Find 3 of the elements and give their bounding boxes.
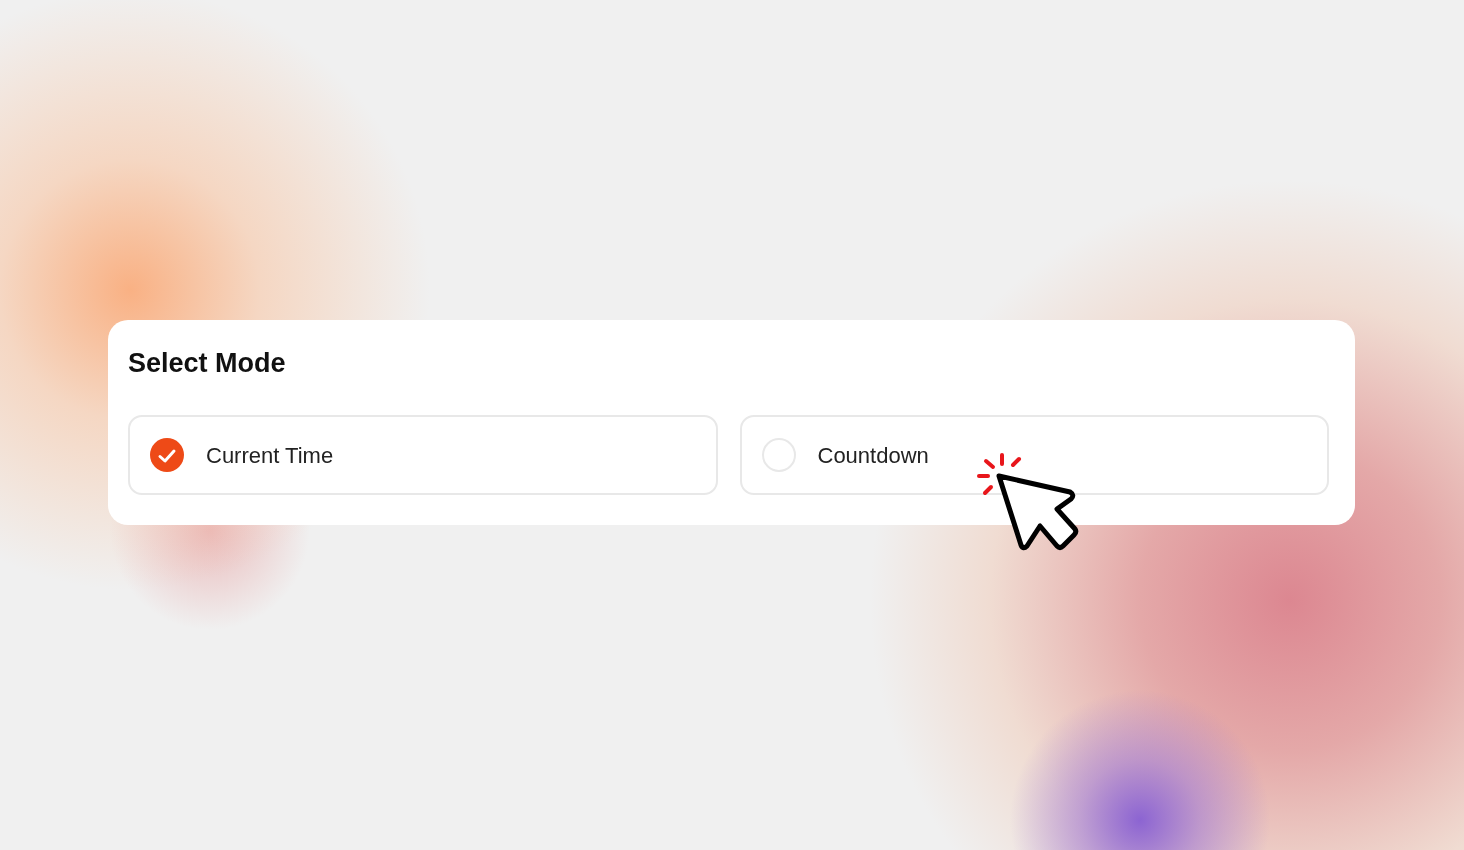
mode-option[interactable]: Current Time [128, 415, 718, 496]
mode-option[interactable]: Countdown [739, 415, 1329, 496]
card-title: Select Mode [128, 347, 287, 380]
